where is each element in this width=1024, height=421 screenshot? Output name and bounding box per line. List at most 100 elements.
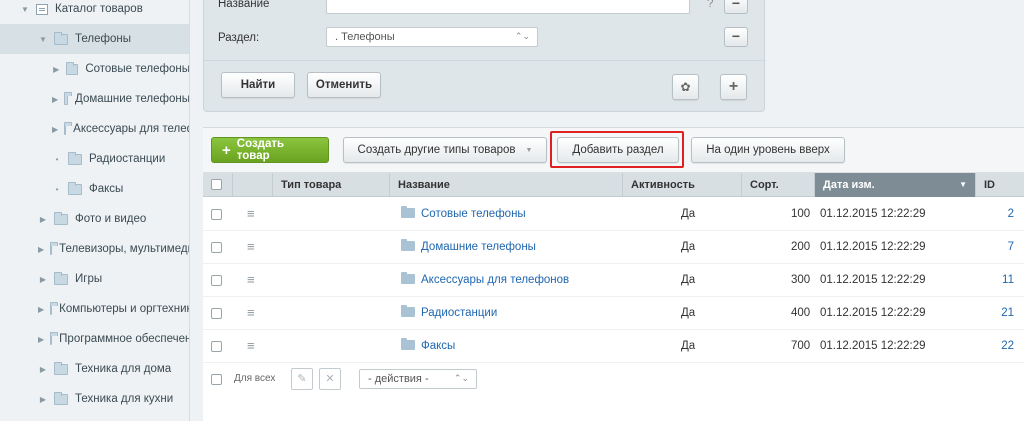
th-name[interactable]: Название	[389, 173, 622, 197]
sidebar-item-label: Телевизоры, мультимедиа	[59, 243, 190, 255]
table-row[interactable]: ≡ Аксессуары для телефонов Да 300 01.12.2015…	[203, 264, 1024, 297]
sidebar-item[interactable]: ▶ Телевизоры, мультимедиа	[0, 234, 190, 264]
chevron-right-icon[interactable]: ▶	[38, 365, 48, 374]
th-type[interactable]: Тип товара	[272, 173, 389, 197]
row-checkbox[interactable]	[211, 341, 222, 352]
chevron-down-icon[interactable]: ▼	[20, 5, 30, 14]
gear-icon[interactable]: ✿	[672, 74, 699, 100]
folder-icon	[54, 271, 68, 285]
create-other-types-button[interactable]: Создать другие типы товаров ▼	[343, 137, 547, 163]
folder-icon	[68, 181, 82, 195]
actions-select[interactable]: - действия - ⌃⌄	[359, 369, 477, 389]
filter-section-select[interactable]: . Телефоны ⌃⌄	[326, 27, 538, 47]
row-menu-icon[interactable]: ≡	[247, 239, 255, 254]
sidebar-item-label: Фото и видео	[75, 213, 147, 225]
th-date[interactable]: Дата изм. ▼	[814, 173, 975, 197]
row-name[interactable]: Сотовые телефоны	[401, 198, 526, 231]
folder-icon	[401, 206, 415, 218]
row-id[interactable]: 21	[1001, 297, 1014, 330]
chevron-right-icon[interactable]: ▶	[38, 215, 48, 224]
chevron-down-icon[interactable]: ▼	[38, 35, 48, 44]
row-name[interactable]: Домашние телефоны	[401, 231, 536, 264]
table-row[interactable]: ≡ Факсы Да 700 01.12.2015 12:22:29 22	[203, 330, 1024, 363]
folder-icon	[54, 31, 68, 45]
chevron-right-icon[interactable]: ▶	[38, 305, 44, 314]
row-sort: 400	[791, 307, 811, 319]
plus-icon: +	[222, 141, 231, 159]
sidebar-item[interactable]: ▶ Сотовые телефоны	[0, 54, 189, 84]
for-all-label: Для всех	[234, 373, 276, 384]
chevron-right-icon[interactable]: ▶	[38, 275, 48, 284]
sidebar-item[interactable]: ▼ Телефоны	[0, 24, 189, 54]
create-product-button[interactable]: + Создать товар	[211, 137, 329, 163]
select-all-checkbox[interactable]	[211, 179, 222, 190]
folder-icon	[401, 338, 415, 350]
th-id[interactable]: ID	[975, 173, 1024, 197]
sidebar-item[interactable]: ▶ Аксессуары для телефонов	[0, 114, 189, 144]
row-checkbox[interactable]	[211, 242, 222, 253]
folder-icon	[50, 301, 59, 315]
row-name[interactable]: Факсы	[401, 330, 455, 363]
for-all-checkbox[interactable]	[211, 374, 222, 385]
th-sort[interactable]: Сорт.	[741, 173, 814, 197]
folder-icon	[401, 305, 415, 317]
sidebar-item[interactable]: ▶ Техника для кухни	[0, 384, 189, 414]
cancel-button[interactable]: Отменить	[307, 72, 381, 98]
table-row[interactable]: ≡ Сотовые телефоны Да 100 01.12.2015 12:22:2…	[203, 198, 1024, 231]
row-name[interactable]: Радиостанции	[401, 297, 497, 330]
level-up-button[interactable]: На один уровень вверх	[691, 137, 845, 163]
row-name-text: Радиостанции	[421, 307, 498, 319]
folder-icon	[68, 151, 82, 165]
sidebar-item[interactable]: ▶ Техника для дома	[0, 354, 189, 384]
chevron-right-icon[interactable]: ▶	[38, 245, 44, 254]
row-menu-icon[interactable]: ≡	[247, 305, 255, 320]
delete-icon[interactable]: ✕	[319, 368, 341, 390]
sidebar-item[interactable]: • Радиостанции	[0, 144, 189, 174]
row-id[interactable]: 2	[1008, 198, 1014, 231]
actions-select-value: - действия -	[368, 373, 429, 385]
find-button[interactable]: Найти	[221, 72, 295, 98]
sidebar-item[interactable]: • Факсы	[0, 174, 189, 204]
sidebar-item[interactable]: ▶ Компьютеры и оргтехника	[0, 294, 189, 324]
row-checkbox[interactable]	[211, 308, 222, 319]
sidebar-item[interactable]: ▶ Игры	[0, 264, 189, 294]
row-id[interactable]: 7	[1008, 231, 1014, 264]
table-row[interactable]: ≡ Радиостанции Да 400 01.12.2015 12:22:29 21	[203, 297, 1024, 330]
chevron-right-icon[interactable]: ▶	[52, 65, 60, 74]
chevron-right-icon[interactable]: ▶	[38, 335, 44, 344]
row-date: 01.12.2015 12:22:29	[820, 241, 926, 253]
main-grid: + Создать товар Создать другие типы това…	[203, 127, 1024, 421]
sidebar-item-label: Программное обеспечение	[59, 333, 190, 345]
grid-footer: Для всех ✎ ✕ - действия - ⌃⌄	[203, 365, 1024, 395]
row-menu-icon[interactable]: ≡	[247, 272, 255, 287]
sidebar-item-label: Каталог товаров	[55, 3, 143, 15]
filter-name-input[interactable]	[326, 0, 690, 14]
remove-section-filter-button[interactable]: −	[724, 27, 748, 47]
help-icon: ?	[707, 0, 714, 10]
sidebar-item-label: Игры	[75, 273, 103, 285]
row-menu-icon[interactable]: ≡	[247, 206, 255, 221]
chevron-down-icon: ▼	[525, 146, 533, 154]
row-name[interactable]: Аксессуары для телефонов	[401, 264, 569, 297]
row-active: Да	[681, 307, 696, 319]
add-filter-button[interactable]: +	[720, 74, 747, 100]
chevron-right-icon[interactable]: ▶	[52, 125, 58, 134]
sidebar-item[interactable]: ▼ Каталог товаров	[0, 0, 189, 24]
sidebar-item[interactable]: ▶ Фото и видео	[0, 204, 189, 234]
row-menu-icon[interactable]: ≡	[247, 338, 255, 353]
folder-icon	[50, 241, 59, 255]
th-active[interactable]: Активность	[622, 173, 741, 197]
row-id[interactable]: 11	[1002, 264, 1014, 297]
row-checkbox[interactable]	[211, 275, 222, 286]
chevron-right-icon[interactable]: ▶	[52, 95, 58, 104]
chevron-right-icon[interactable]: ▶	[38, 395, 48, 404]
sidebar-item[interactable]: ▶ Программное обеспечение	[0, 324, 190, 354]
sidebar-item-label: Телефоны	[75, 33, 131, 45]
row-checkbox[interactable]	[211, 209, 222, 220]
remove-name-filter-button[interactable]: −	[724, 0, 748, 14]
folder-icon	[66, 61, 79, 75]
edit-icon[interactable]: ✎	[291, 368, 313, 390]
table-row[interactable]: ≡ Домашние телефоны Да 200 01.12.2015 12:22:…	[203, 231, 1024, 264]
sidebar-item[interactable]: ▶ Домашние телефоны	[0, 84, 189, 114]
row-id[interactable]: 22	[1001, 330, 1014, 363]
